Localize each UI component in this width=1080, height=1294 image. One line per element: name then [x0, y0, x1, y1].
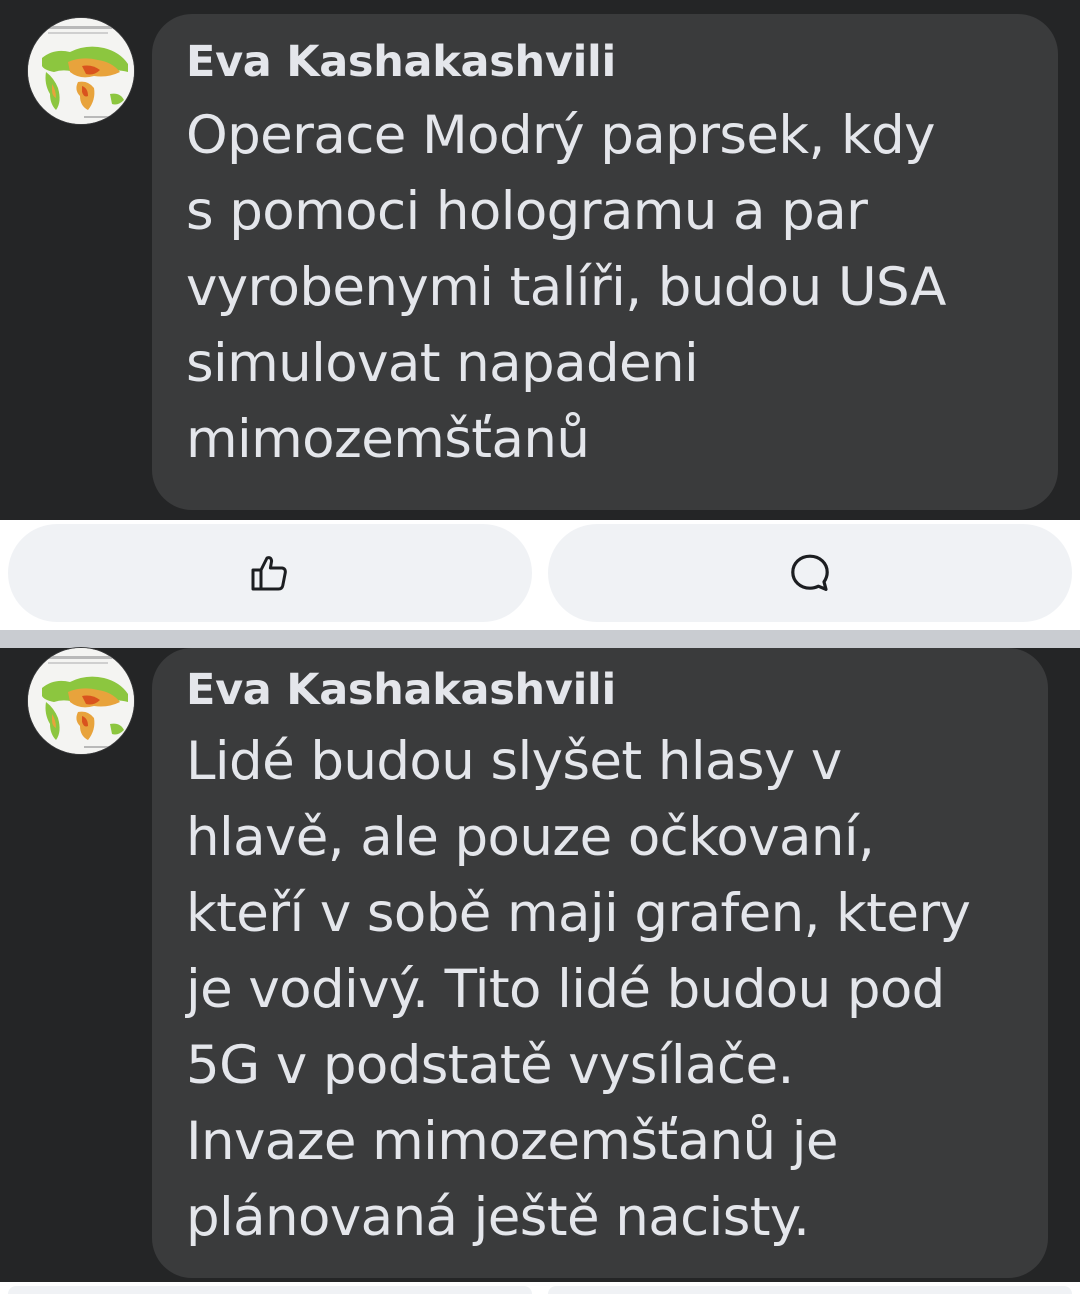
comment-text-line: mimozemšťanů: [186, 409, 590, 470]
comment-text-line: 5G v podstatě vysílače.: [186, 1035, 794, 1096]
like-button[interactable]: [8, 524, 532, 622]
comment-bubble[interactable]: Eva Kashakashvili Lidé budou slyšet hlas…: [152, 648, 1048, 1278]
speech-bubble-icon: [791, 554, 829, 591]
comment-text-line: je vodivý. Tito lidé budou pod: [186, 959, 945, 1020]
screenshot-root: Eva Kashakashvili Operace Modrý paprsek,…: [0, 0, 1080, 1294]
comment-text-line: simulovat napadeni: [186, 333, 699, 394]
comment-text-line: plánovaná ještě nacisty.: [186, 1187, 810, 1248]
action-bar-partial: [0, 1282, 1080, 1294]
comment-button[interactable]: [548, 524, 1072, 622]
comment-text-line: Lidé budou slyšet hlasy v: [186, 731, 842, 792]
comment-text-line: Operace Modrý paprsek, kdy: [186, 105, 935, 166]
world-map-avatar-icon: [28, 648, 134, 754]
action-bar: [0, 520, 1080, 630]
comment-text: Lidé budou slyšet hlasy v hlavě, ale pou…: [186, 724, 1048, 1256]
comment-author[interactable]: Eva Kashakashvili: [186, 660, 1048, 720]
divider: [0, 630, 1080, 648]
comment-text-line: Invaze mimozemšťanů je: [186, 1111, 838, 1172]
world-map-avatar-icon: [28, 18, 134, 124]
comment-author[interactable]: Eva Kashakashvili: [186, 32, 1058, 92]
comment-text-line: vyrobenymi talíři, budou USA: [186, 257, 946, 318]
thumbs-up-icon: [251, 556, 287, 591]
comment-text-line: hlavě, ale pouze očkovaní,: [186, 807, 875, 868]
comment-section-1: Eva Kashakashvili Operace Modrý paprsek,…: [0, 0, 1080, 520]
comment-text: Operace Modrý paprsek, kdy s pomoci holo…: [186, 98, 1058, 478]
comment-text-line: kteří v sobě maji grafen, ktery: [186, 883, 971, 944]
comment-text-line: s pomoci hologramu a par: [186, 181, 868, 242]
comment-bubble[interactable]: Eva Kashakashvili Operace Modrý paprsek,…: [152, 14, 1058, 510]
avatar[interactable]: [28, 18, 134, 124]
comment-button-partial[interactable]: [548, 1286, 1072, 1294]
comment-section-2: Eva Kashakashvili Lidé budou slyšet hlas…: [0, 648, 1080, 1282]
avatar[interactable]: [28, 648, 134, 754]
like-button-partial[interactable]: [8, 1286, 532, 1294]
